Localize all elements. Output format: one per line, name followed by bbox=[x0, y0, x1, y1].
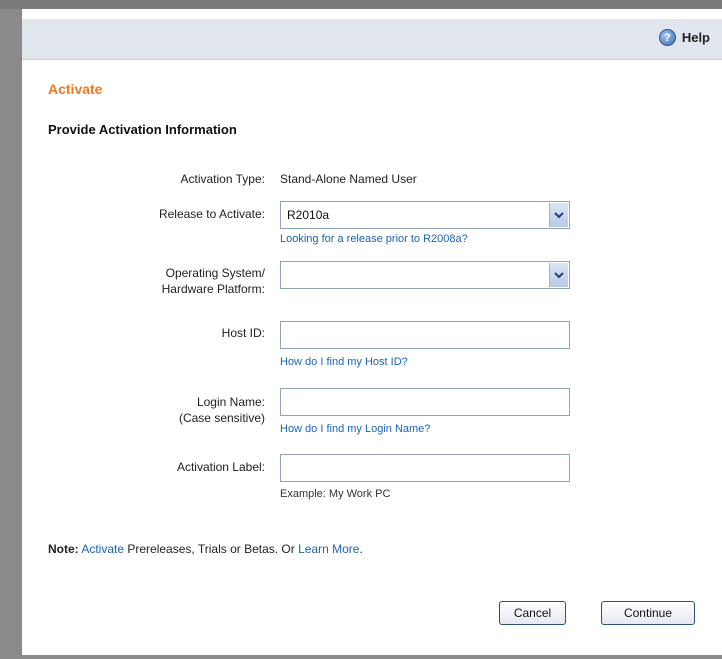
activation-label-label: Activation Label: bbox=[176, 460, 265, 474]
chevron-down-icon[interactable] bbox=[549, 203, 568, 227]
note-middle-text: Prereleases, Trials or Betas. Or bbox=[124, 542, 299, 556]
page-title: Activate bbox=[48, 81, 103, 97]
note-prefix: Note: bbox=[48, 542, 79, 556]
chevron-down-icon[interactable] bbox=[549, 263, 568, 287]
login-label-line2: (Case sensitive) bbox=[178, 411, 265, 425]
release-select-value: R2010a bbox=[287, 208, 330, 222]
activation-label-hint: Example: My Work PC bbox=[280, 488, 391, 500]
activation-type-label: Activation Type: bbox=[180, 172, 266, 186]
toolbar: ? Help bbox=[22, 19, 722, 60]
cancel-button[interactable]: Cancel bbox=[499, 601, 566, 625]
note-line: Note: Activate Prereleases, Trials or Be… bbox=[48, 542, 363, 556]
learn-more-link[interactable]: Learn More bbox=[298, 542, 359, 556]
activation-label-input[interactable] bbox=[280, 454, 570, 482]
activation-type-value: Stand-Alone Named User bbox=[280, 172, 417, 186]
os-label-line1: Operating System/ bbox=[165, 266, 265, 280]
os-platform-select[interactable] bbox=[280, 261, 570, 289]
help-label: Help bbox=[681, 30, 710, 45]
login-label-line1: Login Name: bbox=[196, 395, 265, 409]
login-name-help-link[interactable]: How do I find my Login Name? bbox=[280, 423, 430, 435]
host-id-label: Host ID: bbox=[221, 326, 265, 340]
activate-prereleases-link[interactable]: Activate bbox=[81, 542, 124, 556]
release-select[interactable]: R2010a bbox=[280, 201, 570, 229]
section-title: Provide Activation Information bbox=[48, 122, 237, 137]
os-label-line2: Hardware Platform: bbox=[161, 282, 265, 296]
host-id-help-link[interactable]: How do I find my Host ID? bbox=[280, 356, 408, 368]
note-suffix: . bbox=[359, 542, 363, 556]
release-label: Release to Activate: bbox=[158, 207, 265, 221]
host-id-input[interactable] bbox=[280, 321, 570, 349]
release-prior-link[interactable]: Looking for a release prior to R2008a? bbox=[280, 233, 468, 245]
continue-button[interactable]: Continue bbox=[601, 601, 695, 625]
login-name-input[interactable] bbox=[280, 388, 570, 416]
help-button[interactable]: ? Help bbox=[658, 29, 710, 46]
activation-panel: ? Help Activate Provide Activation Infor… bbox=[22, 9, 722, 655]
window-frame-top bbox=[0, 0, 722, 9]
question-circle-icon: ? bbox=[658, 29, 676, 46]
